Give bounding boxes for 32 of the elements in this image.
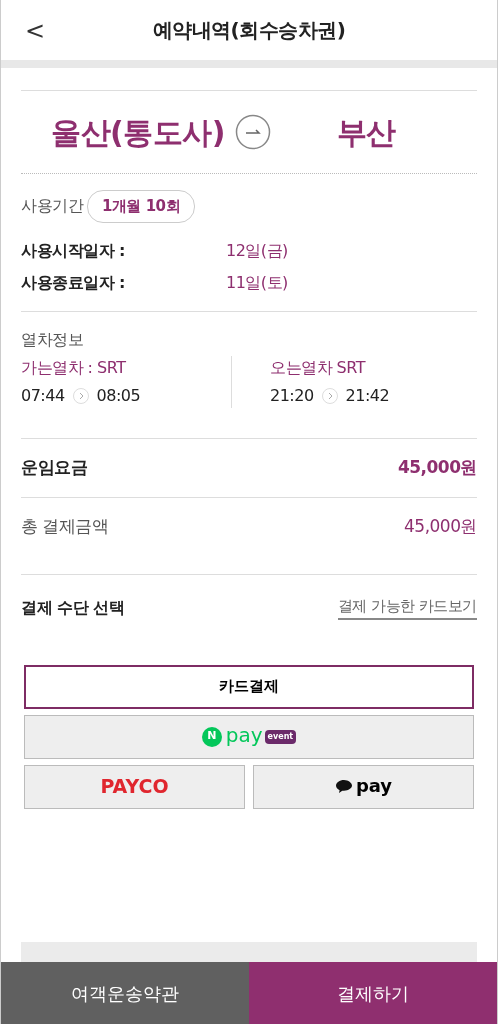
footer-button[interactable]: 여객운송약관 <box>1 962 249 1024</box>
time-text: 08:05 <box>96 384 141 407</box>
section-title: 결제 수단 선택 <box>21 596 125 619</box>
total-amount: 45,000원 <box>404 514 477 538</box>
section-title: 열차정보 <box>21 328 84 351</box>
train-label: 오는열차 SRT <box>270 356 367 379</box>
period-badge: 1개월 10회 <box>87 190 196 223</box>
payment-button[interactable]: 카드결제 <box>24 664 474 709</box>
date-label: 사용시작일자 : <box>21 239 126 262</box>
payment-button[interactable]: pay <box>253 764 474 809</box>
payment-button[interactable]: N pay event <box>24 714 474 759</box>
train-label: 가는열차 : SRT <box>21 356 127 379</box>
period-label: 사용기간 <box>21 195 83 218</box>
date-value: 12일(금) <box>226 239 288 262</box>
time-text: 07:44 <box>21 384 65 407</box>
time-text: 21:20 <box>270 384 314 407</box>
payment-button[interactable]: PAYCO <box>24 764 245 809</box>
footer-button[interactable]: 결제하기 <box>249 962 497 1024</box>
page-title: 예약내역(회수승차권) <box>152 18 346 42</box>
date-value: 11일(토) <box>226 271 288 294</box>
chevron-icon <box>72 387 89 404</box>
speech-bubble-icon <box>334 779 353 794</box>
fare-amount: 45,000원 <box>397 455 477 479</box>
station-name: 울산(통도사) <box>51 113 225 152</box>
fare-label: 운임요금 <box>21 455 87 479</box>
date-label: 사용종료일자 : <box>21 271 126 294</box>
time-text: 21:42 <box>345 384 390 407</box>
card-list-link[interactable]: 결제 가능한 카드보기 <box>337 595 477 620</box>
station-name: 부산 <box>336 113 396 152</box>
back-button[interactable]: < <box>19 12 52 50</box>
total-label: 총 결제금액 <box>21 514 109 538</box>
chevron-icon <box>321 387 338 404</box>
